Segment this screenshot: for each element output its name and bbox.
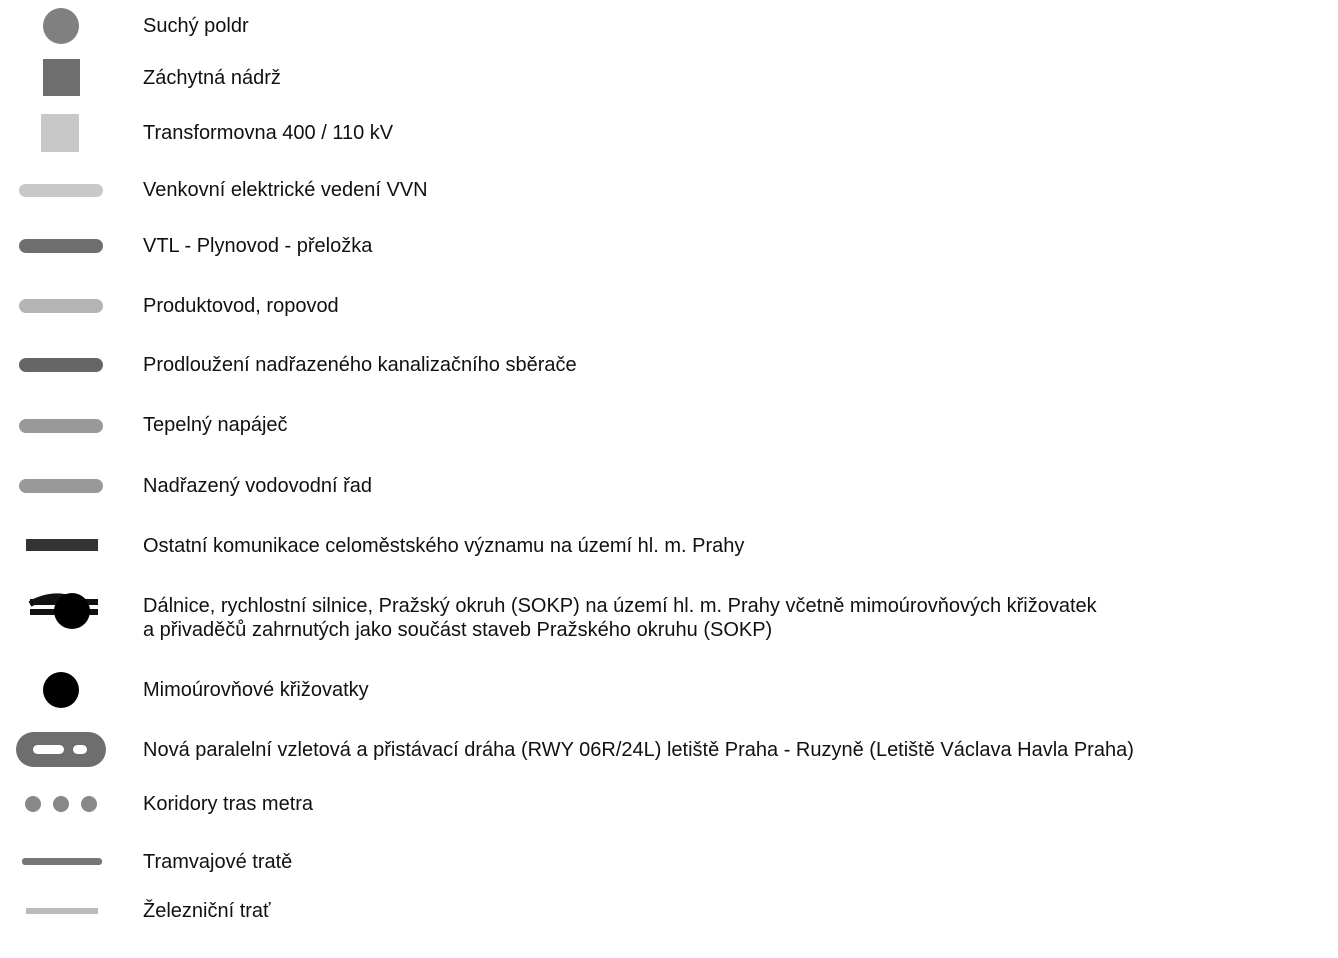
highway-interchange-icon xyxy=(28,593,98,629)
legend-item-highways: Dálnice, rychlostní silnice, Pražský okr… xyxy=(0,588,1338,648)
rounded-line-icon xyxy=(19,479,103,493)
legend-label: Nová paralelní vzletová a přistávací drá… xyxy=(143,739,1134,761)
legend-label: Tramvajové tratě xyxy=(143,851,293,873)
legend-item-transformer-station: Transformovna 400 / 110 kV xyxy=(0,114,1338,154)
rounded-line-icon xyxy=(19,358,103,372)
legend-label: Venkovní elektrické vedení VVN xyxy=(143,179,428,201)
thick-line-icon xyxy=(26,539,98,551)
legend-item-water-main: Nadřazený vodovodní řad xyxy=(0,472,1338,502)
legend-item-gas-pipeline: VTL - Plynovod - přeložka xyxy=(0,233,1338,263)
legend-item-railway: Železniční trať xyxy=(0,898,1338,926)
legend-label: VTL - Plynovod - přeložka xyxy=(143,235,373,257)
legend-label: Ostatní komunikace celoměstského významu… xyxy=(143,535,745,557)
rounded-line-icon xyxy=(19,184,103,197)
circle-icon xyxy=(43,672,79,708)
legend-item-runway: Nová paralelní vzletová a přistávací drá… xyxy=(0,728,1338,772)
legend-item-oil-pipeline: Produktovod, ropovod xyxy=(0,293,1338,323)
legend-item-power-line: Venkovní elektrické vedení VVN xyxy=(0,175,1338,205)
square-icon xyxy=(41,114,79,152)
runway-icon xyxy=(16,732,106,767)
legend-item-interchanges: Mimoúrovňové křižovatky xyxy=(0,670,1338,710)
circle-icon xyxy=(43,8,79,44)
line-icon xyxy=(26,908,98,914)
rounded-line-icon xyxy=(19,239,103,253)
legend-label: Produktovod, ropovod xyxy=(143,295,339,317)
rounded-line-icon xyxy=(19,299,103,313)
legend-label: Nadřazený vodovodní řad xyxy=(143,475,373,497)
dotted-line-icon xyxy=(25,796,97,812)
legend-label: Záchytná nádrž xyxy=(143,67,281,89)
square-icon xyxy=(43,59,80,96)
legend-item-dry-polder: Suchý poldr xyxy=(0,6,1338,46)
rounded-line-icon xyxy=(19,419,103,433)
legend-label: Koridory tras metra xyxy=(143,793,314,815)
legend-item-sewer-extension: Prodloužení nadřazeného kanalizačního sb… xyxy=(0,351,1338,381)
legend-item-heat-feeder: Tepelný napáječ xyxy=(0,411,1338,441)
legend-label: Transformovna 400 / 110 kV xyxy=(143,122,394,144)
legend-label: Prodloužení nadřazeného kanalizačního sb… xyxy=(143,354,577,376)
legend-item-city-roads: Ostatní komunikace celoměstského významu… xyxy=(0,532,1338,562)
legend-label: Tepelný napáječ xyxy=(143,414,288,436)
legend-label: Železniční trať xyxy=(143,900,271,922)
legend-label: Dálnice, rychlostní silnice, Pražský okr… xyxy=(143,595,1097,641)
legend-label: Mimoúrovňové křižovatky xyxy=(143,679,369,701)
legend-item-metro-corridors: Koridory tras metra xyxy=(0,790,1338,820)
legend-label: Suchý poldr xyxy=(143,15,249,37)
legend-item-tram-lines: Tramvajové tratě xyxy=(0,848,1338,878)
legend-item-retention-tank: Záchytná nádrž xyxy=(0,58,1338,98)
